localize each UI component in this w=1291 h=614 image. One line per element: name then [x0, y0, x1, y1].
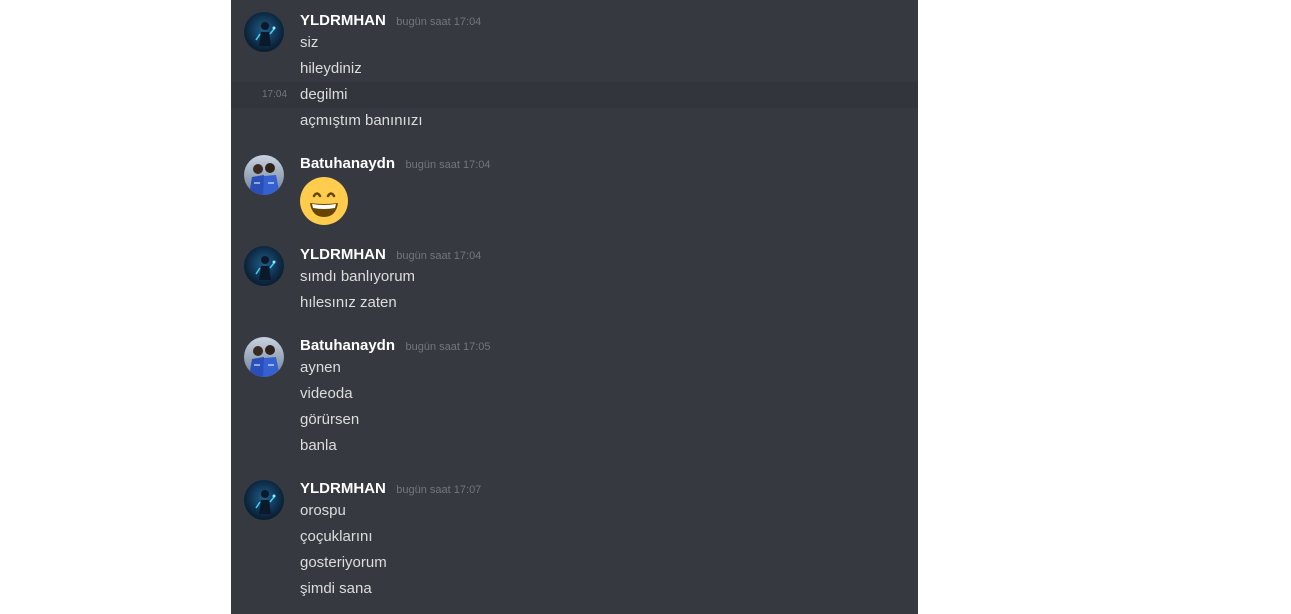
- username[interactable]: Batuhanaydn: [300, 155, 395, 172]
- message-line: orospu: [231, 498, 918, 524]
- message-timestamp: bugün saat 17:05: [405, 341, 491, 353]
- message-timestamp: bugün saat 17:04: [396, 16, 482, 28]
- username[interactable]: YLDRMHAN: [300, 480, 386, 497]
- hover-timestamp: 17:04: [262, 89, 288, 100]
- message-text: aynen: [300, 359, 341, 376]
- message-timestamp: bugün saat 17:04: [405, 159, 491, 171]
- message-line: sımdı banlıyorum: [231, 264, 918, 290]
- message-group: YLDRMHAN bugün saat 17:04 sımdı banlıyor…: [231, 234, 918, 316]
- message-text: çoçuklarını: [300, 528, 373, 545]
- message-group: Batuhanaydn bugün saat 17:05 aynen video…: [231, 325, 918, 459]
- message-text: hileydiniz: [300, 60, 362, 77]
- message-line: açmıştım banınıızı: [231, 108, 918, 134]
- message-header: Batuhanaydn bugün saat 17:05: [300, 336, 491, 356]
- message-line: hılesınız zaten: [231, 290, 918, 316]
- message-line: çoçuklarını: [231, 524, 918, 550]
- message-header: YLDRMHAN bugün saat 17:07: [300, 479, 481, 499]
- message-line: aynen: [231, 355, 918, 381]
- message-text: orospu: [300, 502, 346, 519]
- message-line: banla: [231, 433, 918, 459]
- message-line: siz: [231, 30, 918, 56]
- message-text: gosteriyorum: [300, 554, 387, 571]
- avatar[interactable]: [244, 155, 284, 195]
- message-header: Batuhanaydn bugün saat 17:04: [300, 154, 491, 174]
- message-line: görürsen: [231, 407, 918, 433]
- username[interactable]: YLDRMHAN: [300, 12, 386, 29]
- message-text: şimdi sana: [300, 580, 372, 597]
- message-group: Batuhanaydn bugün saat 17:04: [231, 143, 918, 231]
- username[interactable]: YLDRMHAN: [300, 246, 386, 263]
- message-text: banla: [300, 437, 337, 454]
- message-timestamp: bugün saat 17:04: [396, 250, 482, 262]
- message-line: gosteriyorum: [231, 550, 918, 576]
- message-line-hovered[interactable]: 17:04 degilmi: [231, 82, 918, 108]
- message-text: videoda: [300, 385, 353, 402]
- message-header: YLDRMHAN bugün saat 17:04: [300, 245, 481, 265]
- message-text: görürsen: [300, 411, 360, 428]
- message-header: YLDRMHAN bugün saat 17:04: [300, 11, 481, 31]
- message-line: şimdi sana: [231, 576, 918, 602]
- message-group: YLDRMHAN bugün saat 17:04 siz hileydiniz…: [231, 0, 918, 134]
- message-line: videoda: [231, 381, 918, 407]
- message-text: açmıştım banınıızı: [300, 112, 423, 129]
- grinning-face-emoji: [300, 177, 348, 225]
- message-text: siz: [300, 34, 319, 51]
- message-text: hılesınız zaten: [300, 294, 397, 311]
- username[interactable]: Batuhanaydn: [300, 337, 395, 354]
- message-line: hileydiniz: [231, 56, 918, 82]
- message-group: YLDRMHAN bugün saat 17:07 orospu çoçukla…: [231, 468, 918, 602]
- message-text: degilmi: [300, 86, 348, 103]
- message-timestamp: bugün saat 17:07: [396, 484, 482, 496]
- message-text: sımdı banlıyorum: [300, 268, 416, 285]
- chat-messages-panel: YLDRMHAN bugün saat 17:04 siz hileydiniz…: [231, 0, 918, 614]
